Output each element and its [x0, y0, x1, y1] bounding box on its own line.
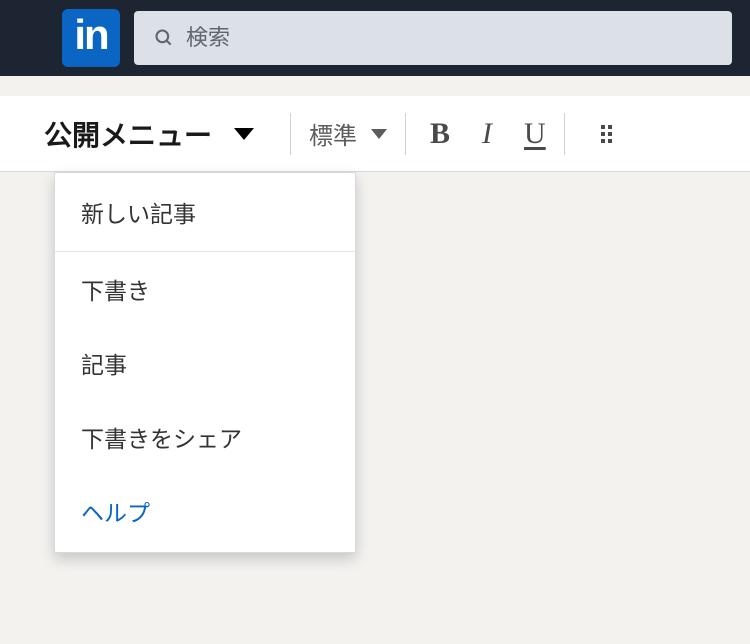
- format-buttons-group: B I U: [430, 117, 546, 151]
- dropdown-item-share-draft[interactable]: 下書きをシェア: [55, 400, 355, 474]
- dropdown-item-label: 下書きをシェア: [81, 426, 242, 453]
- editor-toolbar: 公開メニュー 標準 B I U: [0, 96, 750, 172]
- italic-button[interactable]: I: [482, 117, 492, 151]
- dropdown-item-label: 下書き: [81, 278, 150, 305]
- style-menu-label: 標準: [309, 116, 357, 151]
- dropdown-item-label: 記事: [81, 352, 127, 379]
- caret-down-icon: [234, 128, 254, 140]
- dropdown-item-label: ヘルプ: [81, 500, 150, 527]
- dropdown-item-drafts[interactable]: 下書き: [55, 252, 355, 326]
- search-box[interactable]: [134, 11, 732, 65]
- dropdown-item-help[interactable]: ヘルプ: [55, 474, 355, 552]
- dropdown-item-articles[interactable]: 記事: [55, 326, 355, 400]
- toolbar-divider: [405, 113, 406, 155]
- linkedin-logo[interactable]: in: [62, 9, 120, 67]
- text-style-menu[interactable]: 標準: [309, 116, 387, 151]
- toolbar-divider: [564, 113, 565, 155]
- publish-menu-button[interactable]: 公開メニュー: [44, 114, 272, 154]
- publish-dropdown-menu: 新しい記事 下書き 記事 下書きをシェア ヘルプ: [54, 172, 356, 553]
- dropdown-item-new-article[interactable]: 新しい記事: [55, 173, 355, 252]
- publish-menu-label: 公開メニュー: [44, 114, 212, 154]
- top-navigation: in: [0, 0, 750, 76]
- logo-text: in: [74, 11, 107, 59]
- dropdown-item-label: 新しい記事: [81, 201, 196, 228]
- underline-button[interactable]: U: [524, 117, 546, 151]
- bold-button[interactable]: B: [430, 117, 450, 151]
- caret-down-icon: [371, 129, 387, 139]
- more-options-icon[interactable]: [601, 125, 612, 143]
- search-icon: [154, 28, 174, 48]
- toolbar-divider: [290, 113, 291, 155]
- search-input[interactable]: [186, 26, 712, 51]
